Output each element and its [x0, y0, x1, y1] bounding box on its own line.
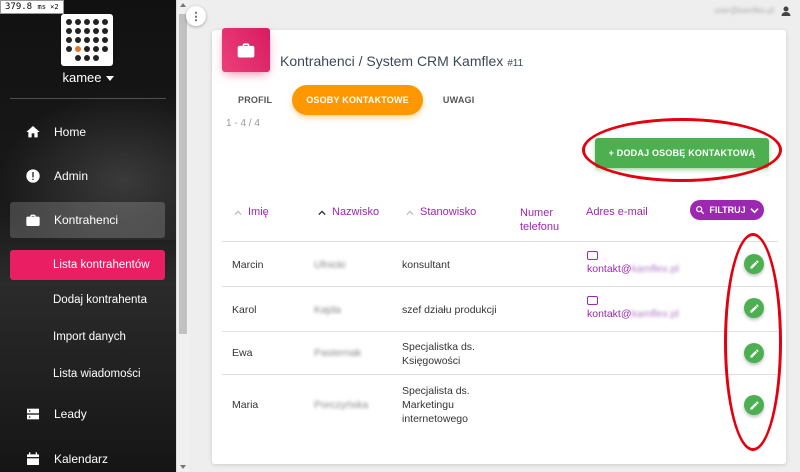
cell-position: konsultant — [402, 259, 450, 271]
sidebar-sub-dodaj-kontrahenta[interactable]: Dodaj kontrahenta — [10, 285, 165, 315]
email-domain: kamflex.pl — [631, 308, 679, 320]
sidebar-toggle-button[interactable]: ⋮ — [186, 6, 206, 26]
briefcase-icon — [22, 209, 44, 231]
sidebar-scrollbar[interactable] — [176, 0, 189, 472]
sidebar-item-label: Admin — [54, 169, 89, 183]
tabs: PROFIL OSOBY KONTAKTOWE UWAGI — [224, 85, 488, 115]
filter-button[interactable]: FILTRUJ — [690, 200, 764, 220]
sidebar-item-leady[interactable]: Leady — [10, 396, 165, 432]
cell-email[interactable]: kontakt@kamflex.pl — [587, 251, 679, 275]
alert-circle-icon — [22, 165, 44, 187]
sort-up-icon — [406, 210, 414, 216]
email-prefix: kontakt@ — [587, 263, 632, 275]
annotation-ellipse — [724, 233, 782, 451]
email-icon — [587, 251, 598, 260]
column-header-stanowisko[interactable]: Stanowisko — [406, 206, 476, 218]
column-header-email: Adres e-mail — [586, 206, 648, 218]
cell-last-name: Porczyńska — [314, 399, 369, 411]
cell-position: szef działu produkcji — [402, 304, 497, 316]
chevron-down-icon — [750, 207, 759, 213]
sort-up-icon — [318, 210, 326, 216]
column-header-label: Adres e-mail — [586, 206, 648, 218]
page-title-text: Kontrahenci / System CRM Kamflex — [280, 53, 504, 69]
sidebar: 379.8 ms ×2 kamee Home Admin Kontrahenci… — [0, 0, 176, 472]
sidebar-item-kalendarz[interactable]: Kalendarz — [10, 441, 165, 472]
column-header-label: Nazwisko — [332, 206, 380, 218]
cell-first-name: Maria — [232, 399, 259, 411]
sort-up-icon — [234, 210, 242, 216]
table-row: Marcin Ufnicki konsultant kontakt@kamfle… — [222, 241, 778, 286]
scroll-up-icon[interactable] — [180, 3, 186, 7]
cell-first-name: Ewa — [232, 347, 253, 359]
person-icon[interactable] — [780, 4, 792, 22]
sidebar-item-label: Home — [54, 125, 87, 139]
sidebar-item-kontrahenci[interactable]: Kontrahenci — [10, 202, 165, 238]
sidebar-divider — [10, 98, 166, 99]
contacts-card: Kontrahenci / System CRM Kamflex #11 PRO… — [212, 28, 786, 464]
user-menu[interactable]: kamee — [0, 70, 176, 85]
sidebar-item-label: Kontrahenci — [54, 213, 119, 227]
email-domain: kamflex.pl — [631, 263, 679, 275]
fps-overlay: 379.8 ms ×2 — [0, 0, 64, 14]
table-row: Ewa Pasternak Specjalistka ds. Księgowoś… — [222, 331, 778, 374]
pagination-count: 1 - 4 / 4 — [226, 118, 260, 129]
tab-uwagi[interactable]: UWAGI — [429, 85, 489, 115]
sidebar-sub-label: Lista wiadomości — [53, 368, 141, 380]
calendar-icon — [22, 448, 44, 470]
column-header-label: Imię — [248, 206, 269, 218]
page-title-id: #11 — [507, 58, 524, 69]
table-row: Karol Kajda szef działu produkcji kontak… — [222, 286, 778, 331]
kamflex-logo[interactable] — [61, 14, 113, 66]
topbar-user-email: user@kamflex.pl — [714, 6, 774, 15]
cell-last-name: Kajda — [314, 304, 341, 316]
username: kamee — [62, 70, 102, 85]
column-header-imie[interactable]: Imię — [234, 206, 269, 218]
email-prefix: kontakt@ — [587, 308, 632, 320]
sidebar-sub-label: Import danych — [53, 331, 126, 343]
filter-search-icon — [696, 206, 705, 215]
sidebar-item-label: Leady — [54, 407, 87, 421]
column-header-label: Numer telefonu — [520, 207, 560, 233]
page-title: Kontrahenci / System CRM Kamflex #11 — [280, 53, 523, 69]
sidebar-item-label: Kalendarz — [54, 452, 109, 466]
briefcase-icon — [222, 28, 270, 72]
column-header-telefon: Numer telefonu — [520, 206, 570, 234]
cell-position: Specjalista ds. Marketingu internetowego — [402, 385, 470, 425]
cell-email[interactable]: kontakt@kamflex.pl — [587, 296, 679, 320]
sidebar-sub-import-danych[interactable]: Import danych — [10, 322, 165, 352]
annotation-ellipse — [582, 118, 782, 182]
cell-position: Specjalistka ds. Księgowości — [402, 341, 475, 367]
email-icon — [587, 296, 598, 305]
sidebar-item-admin[interactable]: Admin — [10, 158, 165, 194]
home-icon — [22, 121, 44, 143]
scroll-down-icon[interactable] — [180, 465, 186, 469]
scrollbar-thumb[interactable] — [179, 14, 187, 334]
column-header-label: Stanowisko — [420, 206, 477, 218]
caret-down-icon — [105, 76, 114, 82]
table-row: Maria Porczyńska Specjalista ds. Marketi… — [222, 374, 778, 434]
sidebar-sub-label: Lista kontrahentów — [53, 259, 150, 271]
filter-button-label: FILTRUJ — [709, 205, 746, 215]
server-icon — [22, 403, 44, 425]
sidebar-sub-lista-kontrahentow[interactable]: Lista kontrahentów — [10, 250, 165, 280]
cell-last-name: Pasternak — [314, 347, 362, 359]
cell-first-name: Karol — [232, 304, 257, 316]
cell-first-name: Marcin — [232, 259, 264, 271]
tab-profil[interactable]: PROFIL — [224, 85, 286, 115]
column-header-nazwisko[interactable]: Nazwisko — [318, 206, 379, 218]
sidebar-sub-label: Dodaj kontrahenta — [53, 294, 147, 306]
cell-last-name: Ufnicki — [314, 259, 346, 271]
sidebar-item-home[interactable]: Home — [10, 114, 165, 150]
tab-osoby-kontaktowe[interactable]: OSOBY KONTAKTOWE — [292, 85, 423, 115]
sidebar-sub-lista-wiadomosci[interactable]: Lista wiadomości — [10, 359, 165, 389]
more-vertical-icon: ⋮ — [190, 10, 202, 23]
